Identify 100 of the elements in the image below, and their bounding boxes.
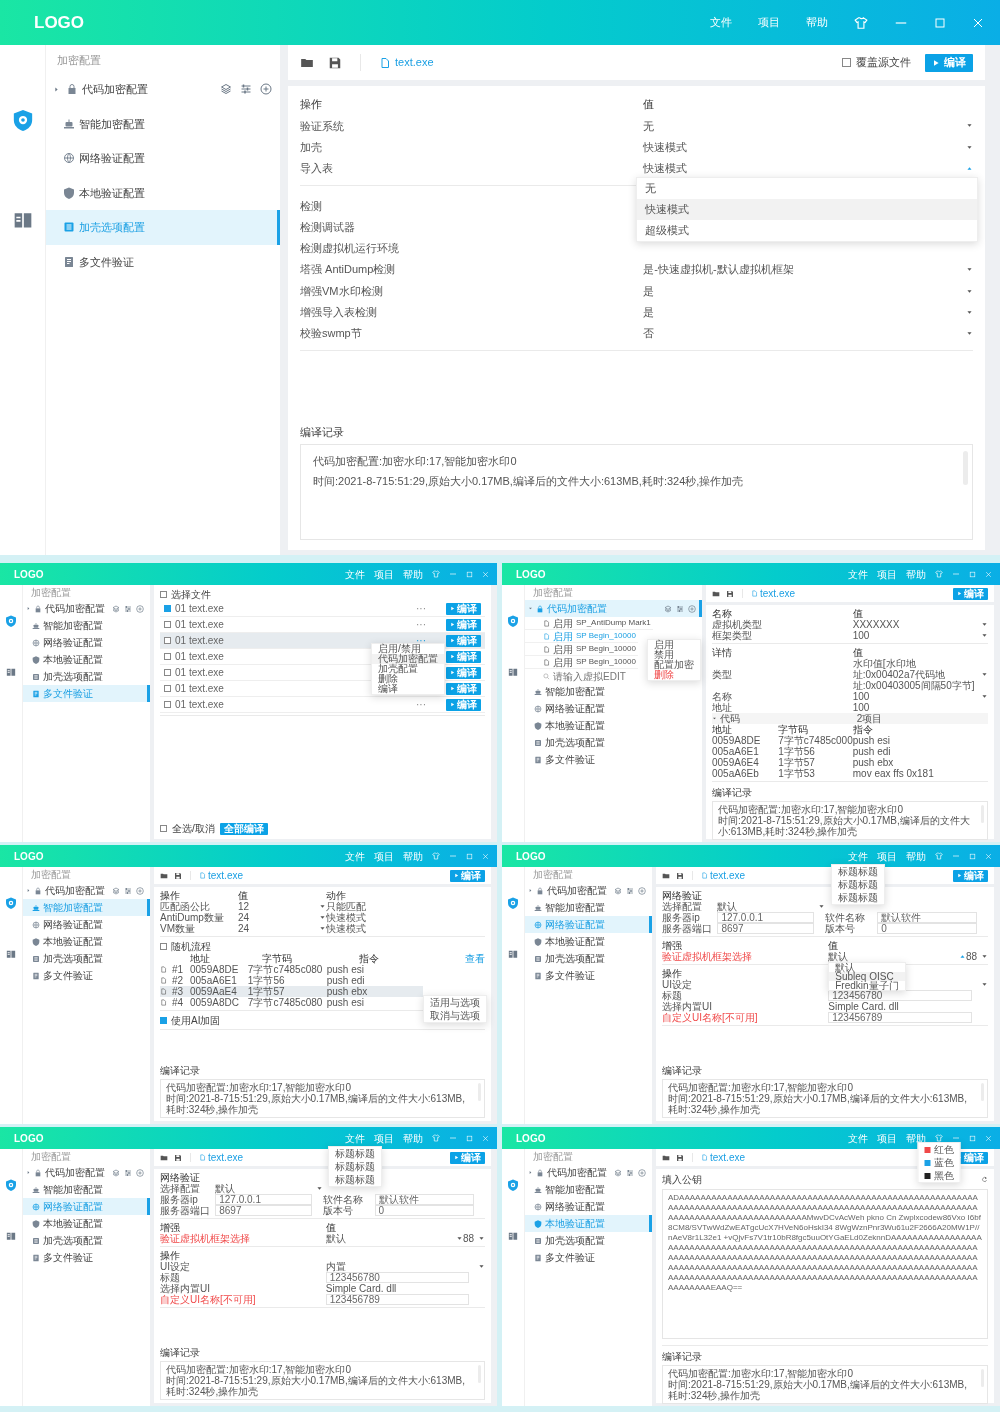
cell-text: 1字节56 [778, 746, 815, 757]
column-header: 值 [238, 890, 248, 901]
cell-text: UI设定 [160, 1261, 190, 1272]
logo: LOGO [34, 11, 85, 34]
cell-text: Simple Card. dll [828, 1001, 899, 1012]
column-header: 地址 [712, 724, 732, 735]
cell-text: 自定义UI名称[不可用] [160, 1294, 256, 1305]
cell-text: 增强导入表检测 [300, 305, 377, 321]
cell-text: 005aA6Eb [712, 768, 759, 779]
column-header: 值 [828, 940, 839, 951]
section-label: 加密配置 [56, 53, 102, 68]
cell-text: 验证系统 [300, 118, 344, 134]
column-header: 操作 [160, 890, 180, 901]
column-header: 动作 [325, 890, 346, 901]
cell-text: 版本号 [825, 923, 855, 934]
file-name: 01 text.exe [175, 698, 224, 712]
log-line: 时间:2021-8-715:51:29,原始大小0.17MB,编译后的文件大小:613MB,耗时:324秒,操作加壳 [668, 1379, 968, 1401]
cell-text: 选择配置 [662, 901, 702, 912]
cell-text: 服务器端口 [160, 1205, 210, 1216]
log-line: 代码加密配置:加密水印:17,智能加密水印0 [166, 1082, 353, 1093]
file-name: 01 text.exe [175, 650, 224, 664]
logo: LOGO [14, 849, 44, 864]
checkbox-label: 选择文件 [171, 588, 211, 602]
cell-text: push ebx [326, 986, 368, 997]
cell-text: 验证虚拟机框架选择 [160, 1233, 250, 1244]
cell-text: 1字节57 [778, 757, 815, 768]
cell-text: 选择内置UI [662, 1001, 712, 1012]
file-name: 01 text.exe [175, 634, 224, 648]
cell-text: Simple Card. dll [325, 1283, 397, 1294]
log-line: 代码加密配置:加密水印:17,智能加密水印0 [313, 454, 518, 469]
cell-text: 地址 [712, 702, 732, 713]
cell-text: push esi [326, 997, 364, 1008]
cell-text: 加壳 [300, 140, 322, 155]
cell-text: 1字节53 [778, 768, 815, 779]
cell-text: push ebx [852, 757, 894, 768]
cell-text: 增强VM水印检测 [300, 283, 383, 299]
cell-text: 验证虚拟机框架选择 [662, 951, 752, 962]
cell-text: 7字节c7485c080 [247, 997, 323, 1008]
cell-text: 框架类型 [712, 630, 752, 641]
cell-text: push esi [326, 964, 364, 975]
cell-text: 2项目 [856, 713, 883, 724]
cell-text: 服务器端口 [662, 923, 712, 934]
cell-text: 检测 [300, 198, 322, 214]
column-header: 值 [325, 1222, 336, 1233]
column-header: 字节码 [778, 724, 809, 735]
column-header: 名称 [712, 608, 732, 619]
logo: LOGO [516, 567, 546, 582]
cell-text: 0059A6E4 [712, 757, 759, 768]
log-line: 代码加密配置:加密水印:17,智能加密水印0 [166, 1364, 353, 1375]
cell-text: 选择配置 [160, 1183, 200, 1194]
log-line: 代码加密配置:加密水印:17,智能加密水印0 [718, 804, 905, 815]
log-line: 代码加密配置:加密水印:17,智能加密水印0 [668, 1082, 855, 1093]
column-header: 指令 [359, 953, 379, 964]
cell-text: 0059AaE4 [190, 986, 237, 997]
section-label: 加密配置 [532, 1151, 574, 1164]
section-title: 编译记录 [160, 1064, 201, 1078]
cell-text: 检测虚拟机运行环境 [300, 241, 399, 257]
cell-text: push edi [852, 746, 891, 757]
cell-text: 导入表 [300, 161, 333, 177]
checkbox-label: 全选/取消 [172, 822, 215, 836]
section-label: 加密配置 [30, 587, 72, 600]
column-header: 值 [643, 97, 655, 113]
cell-text: mov eax ffs 0x181 [852, 768, 934, 779]
file-name: 01 text.exe [175, 602, 224, 616]
cell-text: 代码 [720, 713, 740, 724]
cell-text: 服务器ip [160, 1194, 198, 1205]
cell-text: 0059A8DE [190, 964, 239, 975]
log-line: 时间:2021-8-715:51:29,原始大小0.17MB,编译后的文件大小:613MB,耗时:324秒,操作加壳 [166, 1375, 466, 1397]
section-label: 加密配置 [532, 587, 574, 600]
cell-text: 快速模式 [325, 912, 366, 923]
checkbox-label: 随机流程 [171, 940, 211, 953]
cell-text: 0059A8DE [712, 735, 761, 746]
column-header: 操作 [662, 968, 682, 979]
cell-text: 软件名称 [825, 912, 865, 923]
cell-text: 标题 [662, 990, 682, 1001]
log-line: 时间:2021-8-715:51:29,原始大小0.17MB,编译后的文件大小:613MB,耗时:324秒,操作加壳 [718, 815, 971, 837]
cell-text: 005aA6E1 [190, 975, 237, 986]
cell-text: 名称 [712, 691, 732, 702]
cell-text: 005aA6E1 [712, 746, 759, 757]
cell-text: #1 [172, 964, 184, 975]
cell-text: 0059A8DC [190, 997, 239, 1008]
column-header: 地址 [190, 953, 210, 964]
cell-text: push edi [326, 975, 365, 986]
logo: LOGO [516, 849, 546, 864]
cell-text: VM数量 [160, 923, 195, 934]
cell-text: 选择内置UI [160, 1283, 210, 1294]
log-line: 时间:2021-8-715:51:29,原始大小0.17MB,编译后的文件大小:613MB,耗时:324秒,操作加壳 [313, 474, 745, 489]
column-header: 操作 [300, 97, 322, 113]
column-header: 网络验证 [160, 1172, 200, 1183]
cell-text: push esi [852, 735, 890, 746]
section-label: 加密配置 [532, 869, 574, 882]
file-name: 01 text.exe [175, 666, 224, 680]
log-line: 代码加密配置:加密水印:17,智能加密水印0 [668, 1368, 855, 1379]
cell-text: 塔强 AntiDump检测 [300, 262, 396, 278]
cell-text: 自定义UI名称[不可用] [662, 1012, 758, 1023]
cell-text: 标题 [160, 1272, 180, 1283]
section-label: 加密配置 [30, 869, 72, 882]
cell-text: 1字节56 [247, 975, 285, 986]
column-header: 字节码 [261, 953, 292, 964]
section-title: 编译记录 [662, 1350, 703, 1364]
